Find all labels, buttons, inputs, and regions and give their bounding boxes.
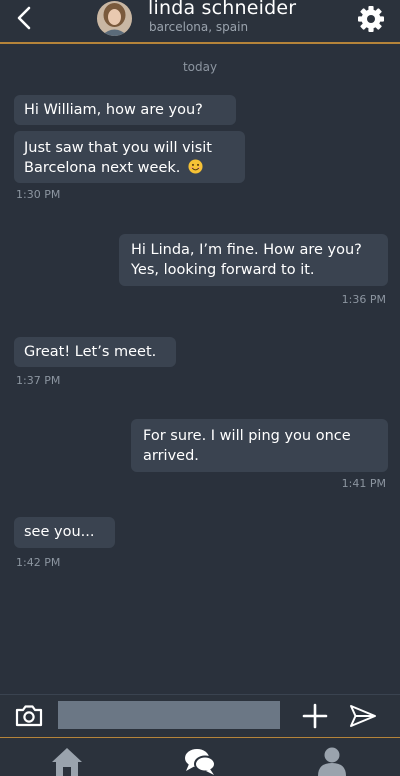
plus-icon [302,703,328,729]
settings-button[interactable] [356,4,386,34]
bottom-navigation [0,738,400,776]
message-text: Just saw that you will visit Barcelona n… [24,140,212,176]
chevron-left-icon [17,6,31,30]
nav-profile[interactable] [315,746,349,776]
gear-icon [358,6,384,32]
chat-screen: linda schneider barcelona, spain today H… [0,0,400,776]
message-outgoing[interactable]: Hi Linda, I’m fine. How are you? Yes, lo… [119,234,388,286]
message-incoming[interactable]: Just saw that you will visit Barcelona n… [14,131,245,183]
avatar-photo [97,1,132,36]
send-button[interactable] [348,703,378,729]
camera-icon [15,705,43,727]
message-time: 1:30 PM [16,188,61,201]
add-attachment-button[interactable] [301,702,329,730]
user-icon [318,747,346,776]
camera-button[interactable] [14,703,44,729]
home-icon [52,748,82,776]
message-text: Hi Linda, I’m fine. How are you? Yes, lo… [131,242,362,278]
message-text: For sure. I will ping you once arrived. [143,428,351,464]
message-incoming[interactable]: Great! Let’s meet. [14,337,176,367]
message-time: 1:36 PM [341,293,386,306]
message-text: see you... [24,524,95,540]
smiling-face-emoji-icon [188,159,203,174]
nav-home[interactable] [50,746,84,776]
message-incoming[interactable]: see you... [14,517,115,548]
message-input[interactable] [58,701,280,729]
message-time: 1:37 PM [16,374,61,387]
message-text: Hi William, how are you? [24,102,203,118]
send-icon [350,705,376,727]
nav-messages[interactable] [183,746,217,776]
contact-name: linda schneider [148,0,297,19]
day-separator: today [182,60,218,74]
chat-header: linda schneider barcelona, spain [0,0,400,44]
contact-avatar[interactable] [97,1,132,36]
message-outgoing[interactable]: For sure. I will ping you once arrived. [131,419,388,472]
message-composer [0,694,400,739]
contact-location: barcelona, spain [149,20,249,34]
back-button[interactable] [12,4,38,32]
message-text: Great! Let’s meet. [24,344,157,360]
message-time: 1:42 PM [16,556,61,569]
message-incoming[interactable]: Hi William, how are you? [14,95,236,125]
message-time: 1:41 PM [341,477,386,490]
chat-bubbles-icon [185,749,216,775]
